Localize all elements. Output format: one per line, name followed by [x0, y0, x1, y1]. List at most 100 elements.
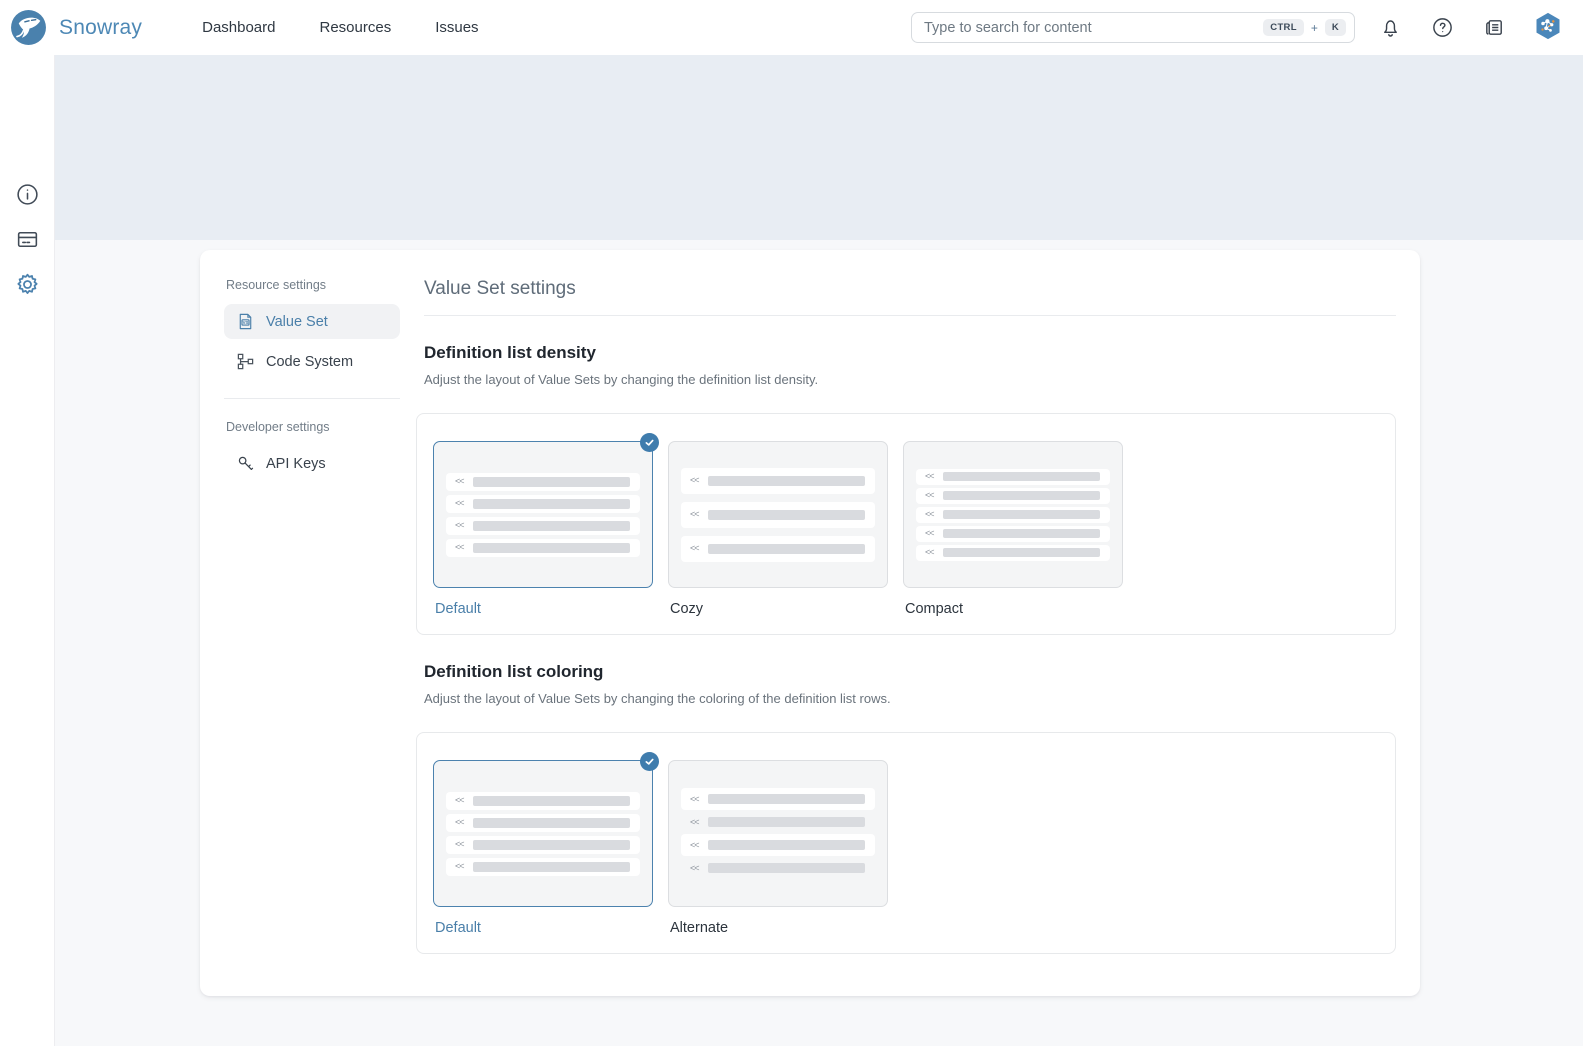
rail-settings-button[interactable]: [14, 272, 40, 298]
sidebar-item-label: API Keys: [266, 456, 326, 472]
search-input[interactable]: [924, 20, 1257, 36]
option-tile-compact[interactable]: << << << << <<: [903, 441, 1123, 588]
placeholder-bar: [473, 862, 630, 872]
section-heading: Definition list coloring: [424, 662, 1396, 682]
brand-name: Snowray: [59, 16, 142, 40]
placeholder-bar: [473, 818, 630, 828]
preview-row: <<: [681, 811, 875, 833]
section-definition-list-coloring: Definition list coloringAdjust the layou…: [424, 662, 1396, 954]
api-key-icon: [236, 454, 255, 473]
snowray-logo-icon: [10, 9, 47, 46]
option-definition-list-density-default: <<<<<<<<Default: [433, 441, 653, 617]
nav-link-issues[interactable]: Issues: [435, 19, 478, 36]
option-definition-list-density-compact: <<<<<<<<<<Compact: [903, 441, 1123, 617]
collapse-chevrons: <<: [690, 818, 699, 827]
collapse-chevrons: <<: [690, 864, 699, 873]
preview-row-list: << << << <<: [446, 473, 640, 557]
preview-row: <<: [446, 814, 640, 832]
user-avatar[interactable]: [1531, 11, 1565, 45]
preview-row: <<: [916, 488, 1110, 504]
info-icon: [15, 182, 40, 207]
placeholder-bar: [473, 796, 630, 806]
top-header: Snowray Dashboard Resources Issues CTRL + …: [0, 0, 1583, 55]
nav-link-dashboard[interactable]: Dashboard: [202, 19, 275, 36]
help-icon: [1431, 16, 1454, 39]
preview-row: <<: [446, 495, 640, 513]
placeholder-bar: [708, 817, 865, 827]
settings-content: Value Set settings Definition list densi…: [424, 278, 1396, 996]
collapse-chevrons: <<: [690, 510, 699, 519]
shortcut-k-key: K: [1325, 19, 1346, 37]
option-tile-cozy[interactable]: << << <<: [668, 441, 888, 588]
preview-row: <<: [446, 836, 640, 854]
divider: [424, 315, 1396, 316]
collapse-chevrons: <<: [455, 840, 464, 849]
placeholder-bar: [943, 529, 1100, 538]
placeholder-bar: [708, 794, 865, 804]
selected-check-icon: [640, 433, 659, 452]
nav-group-label: Developer settings: [226, 420, 400, 434]
option-group-card: <<<<<<<<Default<<<<<<<<Alternate: [416, 732, 1396, 954]
placeholder-bar: [473, 543, 630, 553]
collapse-chevrons: <<: [455, 477, 464, 486]
news-button[interactable]: [1477, 11, 1511, 45]
option-tile-default[interactable]: << << << <<: [433, 441, 653, 588]
header-nav: Dashboard Resources Issues: [202, 19, 478, 36]
collapse-chevrons: <<: [690, 476, 699, 485]
bell-icon: [1379, 16, 1402, 39]
placeholder-bar: [708, 863, 865, 873]
preview-row: <<: [916, 469, 1110, 485]
sidebar-item-code-system[interactable]: Code System: [224, 344, 400, 379]
nav-link-resources[interactable]: Resources: [320, 19, 392, 36]
brand-logo[interactable]: Snowray: [10, 9, 142, 46]
preview-row: <<: [916, 526, 1110, 542]
collapse-chevrons: <<: [925, 548, 934, 557]
hero-band: [55, 55, 1583, 240]
placeholder-bar: [473, 477, 630, 487]
section-definition-list-density: Definition list densityAdjust the layout…: [424, 343, 1396, 635]
preview-row: <<: [446, 539, 640, 557]
option-label: Cozy: [668, 601, 888, 617]
sidebar-item-api-keys[interactable]: API Keys: [224, 446, 400, 481]
placeholder-bar: [943, 491, 1100, 500]
rail-billing-button[interactable]: [14, 227, 40, 253]
placeholder-bar: [943, 548, 1100, 557]
placeholder-bar: [473, 521, 630, 531]
global-search[interactable]: CTRL + K: [911, 12, 1355, 43]
placeholder-bar: [708, 544, 865, 554]
preview-row: <<: [916, 507, 1110, 523]
rail-info-button[interactable]: [14, 182, 40, 208]
placeholder-bar: [708, 510, 865, 520]
sidebar-item-label: Value Set: [266, 314, 328, 330]
placeholder-bar: [708, 840, 865, 850]
collapse-chevrons: <<: [690, 544, 699, 553]
collapse-chevrons: <<: [455, 796, 464, 805]
placeholder-bar: [473, 840, 630, 850]
option-definition-list-coloring-alternate: <<<<<<<<Alternate: [668, 760, 888, 936]
billing-card-icon: [15, 227, 40, 252]
section-description: Adjust the layout of Value Sets by chang…: [424, 372, 1396, 387]
sections-container: Definition list densityAdjust the layout…: [424, 343, 1396, 954]
preview-row-list: <<<<<<<<: [681, 788, 875, 879]
code-system-hierarchy-icon: [236, 352, 255, 371]
sidebar-item-label: Code System: [266, 354, 353, 370]
option-definition-list-coloring-default: <<<<<<<<Default: [433, 760, 653, 936]
collapse-chevrons: <<: [925, 529, 934, 538]
preview-row: <<: [681, 536, 875, 562]
option-tile-default[interactable]: <<<<<<<<: [433, 760, 653, 907]
collapse-chevrons: <<: [455, 543, 464, 552]
collapse-chevrons: <<: [925, 472, 934, 481]
option-tile-alternate[interactable]: <<<<<<<<: [668, 760, 888, 907]
preview-row-list: << << << << <<: [916, 469, 1110, 561]
placeholder-bar: [708, 476, 865, 486]
settings-gear-icon: [15, 272, 40, 297]
sidebar-item-value-set[interactable]: VSValue Set: [224, 304, 400, 339]
preview-row: <<: [446, 517, 640, 535]
collapse-chevrons: <<: [455, 499, 464, 508]
settings-nav: Resource settingsVSValue SetCode SystemD…: [224, 278, 400, 996]
collapse-chevrons: <<: [925, 491, 934, 500]
help-button[interactable]: [1425, 11, 1459, 45]
left-rail: [0, 55, 55, 1046]
news-icon: [1483, 16, 1506, 39]
notifications-button[interactable]: [1373, 11, 1407, 45]
